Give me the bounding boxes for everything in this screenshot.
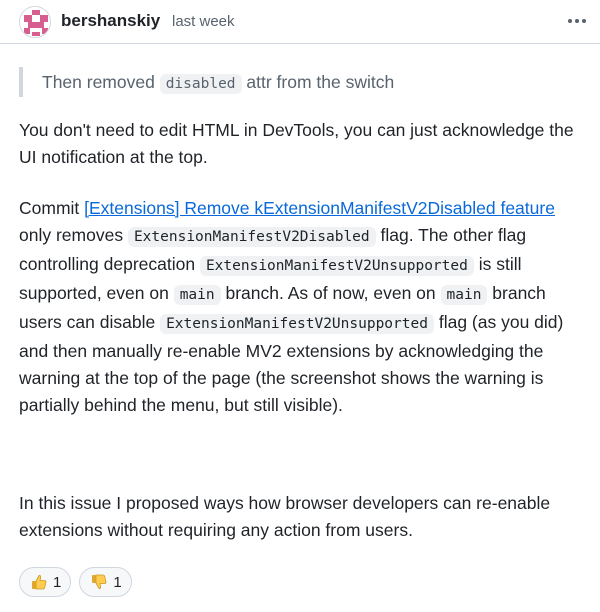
inline-code: ExtensionManifestV2Disabled: [127, 227, 376, 247]
inline-code: main: [173, 285, 221, 305]
reactions-bar: 1 1: [19, 567, 132, 597]
text: branch. As of now, even on: [220, 283, 441, 303]
quote-text-after: attr from the switch: [241, 72, 395, 92]
paragraph: You don't need to edit HTML in DevTools,…: [19, 120, 574, 167]
inline-code: ExtensionManifestV2Unsupported: [160, 314, 434, 334]
kebab-dot: [575, 19, 579, 23]
reaction-count: 1: [53, 573, 62, 591]
comment-header: bershanskiy last week: [0, 0, 600, 44]
commit-link[interactable]: [Extensions] Remove kExtensionManifestV2…: [84, 198, 555, 218]
paragraph: In this issue I proposed ways how browse…: [19, 493, 551, 540]
inline-code: main: [440, 285, 488, 305]
reaction-thumbs-up-button[interactable]: 1: [19, 567, 72, 597]
blockquote: Then removed disabled attr from the swit…: [19, 67, 579, 97]
issue-comment: bershanskiy last week Then removed disab…: [0, 0, 600, 612]
inline-code: disabled: [159, 74, 242, 94]
thumbs-down-icon: [92, 574, 107, 589]
kebab-dot: [582, 19, 586, 23]
paragraph: Commit [Extensions] Remove kExtensionMan…: [19, 195, 581, 419]
text: Commit: [19, 198, 85, 218]
kebab-horizontal-icon[interactable]: [564, 10, 590, 32]
quote-text-before: Then removed: [42, 72, 160, 92]
kebab-dot: [568, 19, 572, 23]
identicon-icon: [20, 7, 50, 37]
author-link[interactable]: bershanskiy: [61, 11, 160, 31]
comment-timestamp[interactable]: last week: [172, 13, 235, 30]
reaction-thumbs-down-button[interactable]: 1: [79, 567, 132, 597]
thumbs-up-icon: [32, 575, 47, 590]
reaction-count: 1: [113, 573, 122, 591]
text: only removes: [19, 225, 128, 245]
inline-code: ExtensionManifestV2Unsupported: [199, 256, 474, 276]
avatar[interactable]: [19, 6, 51, 38]
